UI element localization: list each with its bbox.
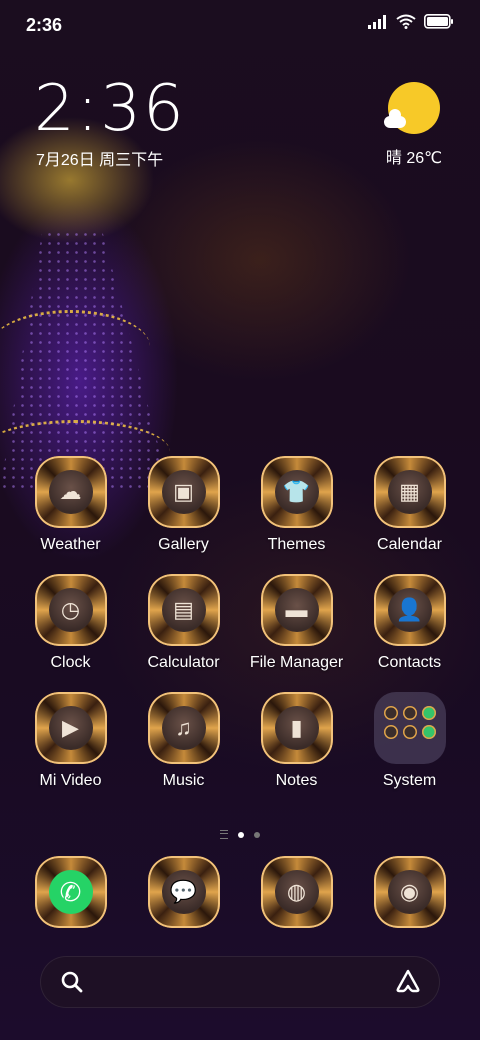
app-notes[interactable]: ▮ Notes <box>240 692 353 790</box>
signal-icon <box>368 14 388 34</box>
app-music[interactable]: ♫ Music <box>127 692 240 790</box>
app-label: Gallery <box>158 536 209 553</box>
app-calculator[interactable]: ▤ Calculator <box>127 574 240 672</box>
wifi-icon <box>396 14 416 34</box>
dock: ✆ 💬 ◍ ◉ <box>14 856 466 928</box>
app-label: Calculator <box>147 654 220 671</box>
status-bar: 2:36 <box>0 0 480 50</box>
dock-camera[interactable]: ◉ <box>353 856 466 928</box>
search-bar[interactable] <box>40 956 440 1008</box>
contacts-icon: 👤 <box>387 588 432 632</box>
app-label: Music <box>162 772 205 789</box>
app-themes[interactable]: 👕 Themes <box>240 456 353 554</box>
app-drawer-lines-icon <box>220 830 228 839</box>
themes-icon: 👕 <box>274 470 319 514</box>
clock-widget-date[interactable]: 7月26日 周三下午 <box>36 146 163 170</box>
folder-icon: ▬ <box>274 588 319 632</box>
weather-icon: ☁ <box>48 470 93 514</box>
phone-icon: ✆ <box>48 870 93 914</box>
app-label: Themes <box>267 536 326 553</box>
notes-icon: ▮ <box>274 706 319 750</box>
calculator-icon: ▤ <box>161 588 206 632</box>
clock-icon: ◷ <box>48 588 93 632</box>
app-contacts[interactable]: 👤 Contacts <box>353 574 466 672</box>
search-icon[interactable] <box>60 970 84 999</box>
calendar-icon: ▦ <box>387 470 432 514</box>
app-label: Mi Video <box>39 772 102 789</box>
dock-browser[interactable]: ◍ <box>240 856 353 928</box>
app-label: Weather <box>40 536 101 553</box>
app-label: Notes <box>275 772 318 789</box>
app-calendar[interactable]: ▦ Calendar <box>353 456 466 554</box>
app-label: Contacts <box>377 654 442 671</box>
messages-icon: 💬 <box>161 870 206 914</box>
app-system-folder[interactable]: System <box>353 692 466 790</box>
app-label: File Manager <box>249 654 344 671</box>
dock-phone[interactable]: ✆ <box>14 856 127 928</box>
app-weather[interactable]: ☁ Weather <box>14 456 127 554</box>
browser-icon: ◍ <box>274 870 319 914</box>
battery-icon <box>424 14 454 34</box>
app-file-manager[interactable]: ▬ File Manager <box>240 574 353 672</box>
app-label: System <box>382 772 437 789</box>
page-dot-active <box>238 831 244 838</box>
camera-icon: ◉ <box>387 870 432 914</box>
app-grid: ☁ Weather ▣ Gallery 👕 Themes ▦ Calendar … <box>14 456 466 790</box>
app-label: Calendar <box>377 536 442 553</box>
assistant-icon[interactable] <box>394 968 422 999</box>
app-clock[interactable]: ◷ Clock <box>14 574 127 672</box>
app-mi-video[interactable]: ▶ Mi Video <box>14 692 127 790</box>
play-icon: ▶ <box>48 706 93 750</box>
app-label: Clock <box>50 654 91 671</box>
dock-messages[interactable]: 💬 <box>127 856 240 928</box>
status-icons <box>368 14 454 34</box>
page-indicator[interactable] <box>0 830 480 839</box>
music-icon: ♫ <box>161 706 206 750</box>
gallery-icon: ▣ <box>161 470 206 514</box>
weather-widget-text: 晴 26℃ <box>385 150 443 167</box>
clock-widget-time[interactable]: 2:36 <box>34 72 186 146</box>
system-folder-icon <box>373 692 446 764</box>
status-time: 2:36 <box>26 15 63 35</box>
page-dot <box>254 831 260 838</box>
app-gallery[interactable]: ▣ Gallery <box>127 456 240 554</box>
sun-cloud-icon <box>384 82 440 134</box>
weather-widget[interactable]: 晴 26℃ <box>382 82 446 168</box>
